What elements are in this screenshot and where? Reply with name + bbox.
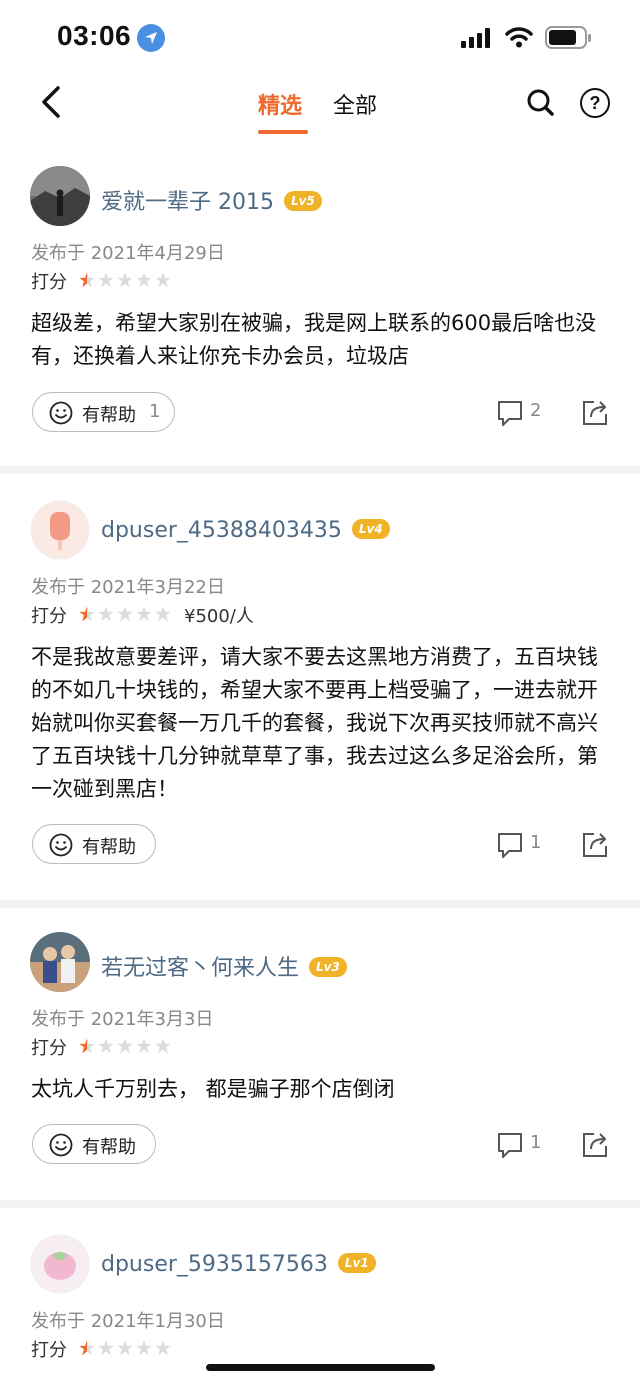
score-label: 打分: [31, 1340, 67, 1361]
comment-count[interactable]: 2: [530, 400, 541, 421]
smile-icon: [49, 1133, 73, 1157]
username[interactable]: dpuser_5935157563 Lv1: [101, 1252, 376, 1277]
section-divider: [0, 1200, 640, 1208]
battery-icon: [545, 26, 591, 49]
back-arrow-icon[interactable]: [36, 82, 68, 122]
share-icon[interactable]: [582, 830, 610, 858]
share-icon[interactable]: [582, 1130, 610, 1158]
rating-star: [79, 272, 95, 288]
comment-count[interactable]: 1: [530, 1132, 541, 1153]
review-date: 发布于 2021年3月22日: [31, 577, 225, 598]
comment-icon[interactable]: [497, 1132, 523, 1160]
location-arrow-icon: [137, 24, 165, 52]
cellular-signal-icon: [461, 28, 490, 48]
comment-icon[interactable]: [497, 400, 523, 428]
avatar: [30, 166, 90, 226]
avatar: [30, 1234, 90, 1294]
level-badge: Lv4: [351, 519, 390, 539]
username[interactable]: 爱就一辈子 2015 Lv5: [101, 184, 322, 216]
score-label: 打分: [31, 1038, 67, 1059]
tab-all[interactable]: 全部: [333, 88, 377, 120]
help-icon[interactable]: ?: [580, 88, 610, 118]
helpful-label: 有帮助: [82, 837, 136, 858]
rating-star: [117, 272, 133, 288]
active-tab-indicator: [258, 130, 308, 134]
rating-star: [98, 272, 114, 288]
comment-icon[interactable]: [497, 832, 523, 860]
helpful-label: 有帮助: [82, 1137, 136, 1158]
star-rating: [78, 271, 172, 289]
review-content: 太坑人千万别去， 都是骗子那个店倒闭: [31, 1077, 395, 1101]
rating-star: [79, 606, 95, 622]
score-label: 打分: [31, 606, 67, 627]
rating-star: [98, 1340, 114, 1356]
rating-star: [98, 1038, 114, 1054]
review-date: 发布于 2021年4月29日: [31, 243, 225, 264]
avatar: [30, 932, 90, 992]
level-badge: Lv3: [309, 957, 347, 977]
price-per-person: ¥500/人: [184, 606, 254, 627]
helpful-button[interactable]: 有帮助: [32, 824, 156, 864]
score-label: 打分: [31, 272, 67, 293]
rating-star: [136, 1038, 152, 1054]
rating-star: [155, 1038, 171, 1054]
score-row: 打分 ¥500/人: [31, 602, 331, 627]
tab-featured[interactable]: 精选: [258, 88, 302, 120]
review-content: 不是我故意要差评，请大家不要去这黑地方消费了，五百块钱的不如几十块钱的，希望大家…: [31, 645, 598, 801]
rating-star: [79, 1038, 95, 1054]
section-divider: [0, 466, 640, 474]
rating-star: [155, 1340, 171, 1356]
status-time: 03:06: [57, 20, 132, 51]
rating-star: [136, 1340, 152, 1356]
username[interactable]: 若无过客丶何来人生 Lv3: [101, 950, 347, 982]
comment-count[interactable]: 1: [530, 832, 541, 853]
review-date: 发布于 2021年3月3日: [31, 1009, 214, 1030]
level-badge: Lv5: [283, 191, 322, 211]
helpful-count: 1: [149, 401, 161, 422]
star-rating: [78, 1339, 172, 1357]
review-item: dpuser_45388403435 Lv4 发布于 2021年3月22日 打分 …: [0, 474, 640, 900]
rating-star: [155, 272, 171, 288]
home-indicator: [206, 1364, 435, 1371]
status-bar: 03:06: [0, 0, 640, 76]
level-badge: Lv1: [337, 1253, 376, 1273]
section-divider: [0, 900, 640, 908]
top-nav: 精选 全部 ?: [0, 76, 640, 140]
helpful-button[interactable]: 有帮助 1: [32, 392, 175, 432]
star-rating: [78, 605, 172, 623]
rating-star: [136, 272, 152, 288]
avatar: [30, 500, 90, 560]
review-date: 发布于 2021年1月30日: [31, 1311, 225, 1332]
rating-star: [136, 606, 152, 622]
review-item: dpuser_5935157563 Lv1 发布于 2021年1月30日 打分: [0, 1208, 640, 1385]
search-icon[interactable]: [526, 88, 556, 118]
share-icon[interactable]: [582, 398, 610, 426]
wifi-icon: [505, 27, 533, 48]
rating-star: [155, 606, 171, 622]
review-content: 超级差，希望大家别在被骗，我是网上联系的600最后啥也没有，还换着人来让你充卡办…: [31, 311, 597, 368]
star-rating: [78, 1037, 172, 1055]
rating-star: [79, 1340, 95, 1356]
review-item: 爱就一辈子 2015 Lv5 发布于 2021年4月29日 打分 超级差，希望大家…: [0, 140, 640, 466]
rating-star: [117, 1038, 133, 1054]
helpful-button[interactable]: 有帮助: [32, 1124, 156, 1164]
smile-icon: [49, 401, 73, 425]
username[interactable]: dpuser_45388403435 Lv4: [101, 518, 390, 543]
helpful-label: 有帮助: [82, 405, 136, 426]
rating-star: [98, 606, 114, 622]
rating-star: [117, 606, 133, 622]
rating-star: [117, 1340, 133, 1356]
smile-icon: [49, 833, 73, 857]
review-item: 若无过客丶何来人生 Lv3 发布于 2021年3月3日 打分 太坑人千万别去， 都…: [0, 908, 640, 1200]
